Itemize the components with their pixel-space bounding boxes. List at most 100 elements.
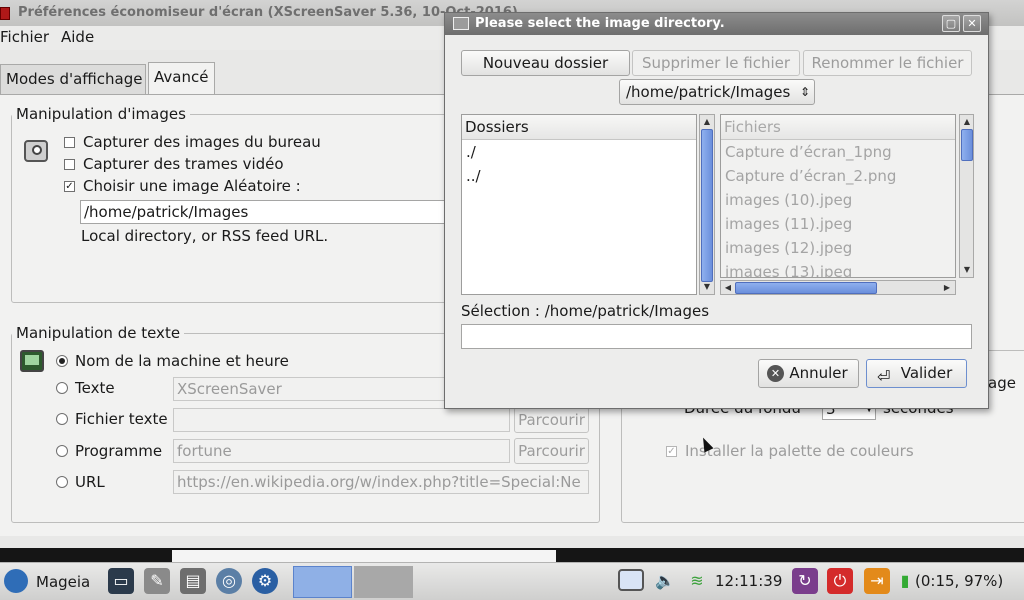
xscreensaver-app-icon [0, 7, 10, 20]
desktop-strip-highlight [172, 550, 556, 562]
host-time-label: Nom de la machine et heure [75, 352, 289, 370]
list-item[interactable]: images (13).jpeg [721, 260, 955, 277]
scroll-down-icon[interactable]: ▼ [701, 281, 713, 293]
url-input[interactable]: https://en.wikipedia.org/w/index.php?tit… [173, 470, 589, 494]
terminal-icon[interactable]: ▭ [108, 568, 134, 594]
text-radio[interactable] [56, 382, 68, 394]
scroll-left-icon[interactable]: ◀ [722, 282, 734, 294]
volume-icon[interactable]: 🔈 [652, 568, 678, 594]
text-manipulation-title: Manipulation de texte [12, 324, 185, 342]
random-image-checkbox[interactable]: ✓ [64, 181, 75, 192]
capture-video-checkbox[interactable] [64, 159, 75, 170]
start-label: Mageia [36, 573, 91, 591]
text-label: Texte [75, 379, 115, 397]
logout-icon[interactable]: ⇥ [864, 568, 890, 594]
rename-file-button[interactable]: Renommer le fichier [803, 50, 972, 76]
folders-list[interactable]: Dossiers ./ ../ [461, 114, 697, 295]
text-input[interactable]: XScreenSaver [173, 377, 445, 401]
mageia-logo-icon [4, 569, 28, 593]
update-icon[interactable]: ↻ [792, 568, 818, 594]
install-palette-label: Installer la palette de couleurs [685, 442, 914, 460]
tab-advanced[interactable]: Avancé [148, 62, 215, 94]
cancel-label: Annuler [789, 364, 848, 382]
path-combo[interactable]: /home/patrick/Images ⇕ [619, 79, 815, 105]
program-input[interactable]: fortune [173, 439, 510, 463]
selection-label: Sélection : /home/patrick/Images [461, 302, 710, 320]
monitor-icon [20, 350, 44, 372]
window-list-icon[interactable] [618, 569, 644, 591]
browse-file-button[interactable]: Parcourir [514, 407, 589, 433]
dialog-window-icon [453, 17, 469, 30]
browser-icon[interactable]: ◎ [216, 568, 242, 594]
scroll-right-icon[interactable]: ▶ [941, 282, 953, 294]
wifi-icon[interactable]: ≋ [684, 568, 710, 594]
cancel-icon: ✕ [767, 365, 784, 382]
updown-icon: ⇕ [799, 85, 810, 99]
menu-file[interactable]: Fichier [0, 27, 49, 47]
task-xscreensaver[interactable] [293, 566, 352, 598]
select-directory-dialog: Please select the image directory. ▢ ✕ N… [444, 12, 989, 409]
browse-program-button[interactable]: Parcourir [514, 438, 589, 464]
files-header[interactable]: Fichiers [721, 115, 955, 140]
list-item[interactable]: ../ [462, 164, 696, 188]
start-menu-button[interactable]: Mageia [4, 567, 90, 597]
capture-desktop-checkbox[interactable] [64, 137, 75, 148]
maximize-icon[interactable]: ▢ [942, 15, 960, 32]
editor-icon[interactable]: ✎ [144, 568, 170, 594]
bg-window-title: Préférences économiseur d'écran (XScreen… [18, 5, 518, 20]
files-hscroll-thumb[interactable] [735, 282, 877, 294]
scroll-up-icon[interactable]: ▲ [701, 116, 713, 128]
cancel-button[interactable]: ✕ Annuler [758, 359, 859, 388]
list-item[interactable]: images (10).jpeg [721, 188, 955, 212]
files-vscrollbar[interactable]: ▲ ▼ [959, 114, 974, 278]
folders-scroll-thumb[interactable] [701, 129, 713, 282]
files-list[interactable]: Fichiers Capture d’écran_1png Capture d’… [720, 114, 956, 278]
list-item[interactable]: Capture d’écran_2.png [721, 164, 955, 188]
camera-icon [24, 140, 48, 162]
ok-label: Valider [900, 364, 953, 382]
image-path-hint: Local directory, or RSS feed URL. [81, 227, 329, 245]
capture-video-label: Capturer des trames vidéo [83, 155, 284, 173]
selection-input[interactable] [461, 324, 972, 349]
power-icon[interactable]: ⏻ [827, 568, 853, 594]
capture-desktop-label: Capturer des images du bureau [83, 133, 321, 151]
list-item[interactable]: Capture d’écran_1png [721, 140, 955, 164]
settings-icon[interactable]: ⚙ [252, 568, 278, 594]
host-time-radio[interactable] [56, 355, 68, 367]
battery-icon[interactable]: ▮ [898, 568, 912, 594]
files-vscroll-thumb[interactable] [961, 129, 973, 161]
delete-file-button[interactable]: Supprimer le fichier [632, 50, 800, 76]
truncated-label: age [988, 374, 1016, 392]
menu-help[interactable]: Aide [61, 27, 94, 47]
file-manager-icon[interactable]: ▤ [180, 568, 206, 594]
image-path-input[interactable]: /home/patrick/Images [80, 200, 450, 224]
dialog-title: Please select the image directory. [475, 16, 725, 31]
random-image-label: Choisir une image Aléatoire : [83, 177, 301, 195]
text-file-input[interactable] [173, 408, 510, 432]
clock[interactable]: 12:11:39 [715, 571, 782, 591]
list-item[interactable]: images (12).jpeg [721, 236, 955, 260]
program-radio[interactable] [56, 445, 68, 457]
ok-button[interactable]: ⏎ Valider [866, 359, 967, 388]
files-hscrollbar[interactable]: ◀ ▶ [720, 280, 956, 295]
new-folder-button[interactable]: Nouveau dossier [461, 50, 630, 76]
folders-header[interactable]: Dossiers [462, 115, 696, 140]
path-combo-value: /home/patrick/Images [626, 83, 791, 101]
dialog-titlebar[interactable]: Please select the image directory. [445, 13, 988, 35]
task-dialog[interactable] [354, 566, 413, 598]
tab-display-modes[interactable]: Modes d'affichage [0, 64, 146, 94]
install-palette-checkbox[interactable]: ✓ [666, 446, 677, 457]
url-radio[interactable] [56, 476, 68, 488]
url-label: URL [75, 473, 105, 491]
scroll-down-icon[interactable]: ▼ [961, 264, 973, 276]
close-icon[interactable]: ✕ [963, 15, 981, 32]
program-label: Programme [75, 442, 163, 460]
scroll-up-icon[interactable]: ▲ [961, 116, 973, 128]
text-file-radio[interactable] [56, 413, 68, 425]
enter-icon: ⏎ [877, 367, 891, 386]
list-item[interactable]: ./ [462, 140, 696, 164]
taskbar: Mageia ▭ ✎ ▤ ◎ ⚙ 🔈 ≋ 12:11:39 ↻ ⏻ ⇥ ▮ (0… [0, 562, 1024, 600]
list-item[interactable]: images (11).jpeg [721, 212, 955, 236]
text-file-label: Fichier texte [75, 410, 168, 428]
folders-scrollbar[interactable]: ▲ ▼ [699, 114, 715, 295]
